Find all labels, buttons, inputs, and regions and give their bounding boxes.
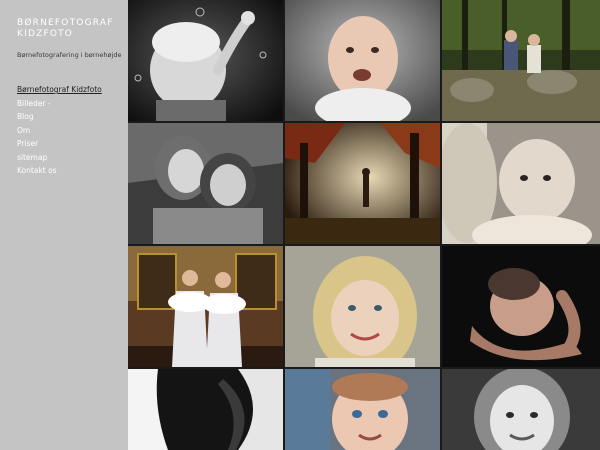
- photo-baby-on-shoulder[interactable]: [442, 123, 600, 244]
- main-nav: Børnefotograf Kidzfoto Billeder - Blog O…: [17, 83, 102, 178]
- nav-item-om[interactable]: Om: [17, 124, 102, 138]
- photo-child-bubbles[interactable]: [128, 0, 283, 121]
- photo-couple-forest[interactable]: [442, 0, 600, 121]
- nav-item-kontakt[interactable]: Kontakt os: [17, 164, 102, 178]
- nav-item-sitemap[interactable]: sitemap: [17, 151, 102, 165]
- photo-two-sisters[interactable]: [128, 123, 283, 244]
- site-tagline: Børnefotografering i børnehøjde: [17, 51, 122, 59]
- nav-item-billeder[interactable]: Billeder -: [17, 97, 102, 111]
- photo-newborn-hands[interactable]: [442, 246, 600, 367]
- photo-blonde-girl[interactable]: [285, 246, 440, 367]
- photo-girl-portrait[interactable]: [442, 369, 600, 450]
- photo-autumn-forest-boy[interactable]: [285, 123, 440, 244]
- photo-laughing-baby[interactable]: [285, 0, 440, 121]
- nav-item-home[interactable]: Børnefotograf Kidzfoto: [17, 83, 102, 97]
- photo-gallery: [128, 0, 600, 450]
- photo-pregnant-belly[interactable]: [128, 369, 283, 450]
- nav-item-priser[interactable]: Priser: [17, 137, 102, 151]
- site-title[interactable]: Børnefotograf Kidzfoto: [17, 18, 122, 40]
- photo-blue-eyed-baby[interactable]: [285, 369, 440, 450]
- photo-twin-girls-fur[interactable]: [128, 246, 283, 367]
- sidebar: Børnefotograf Kidzfoto Børnefotograferin…: [0, 0, 128, 450]
- nav-item-blog[interactable]: Blog: [17, 110, 102, 124]
